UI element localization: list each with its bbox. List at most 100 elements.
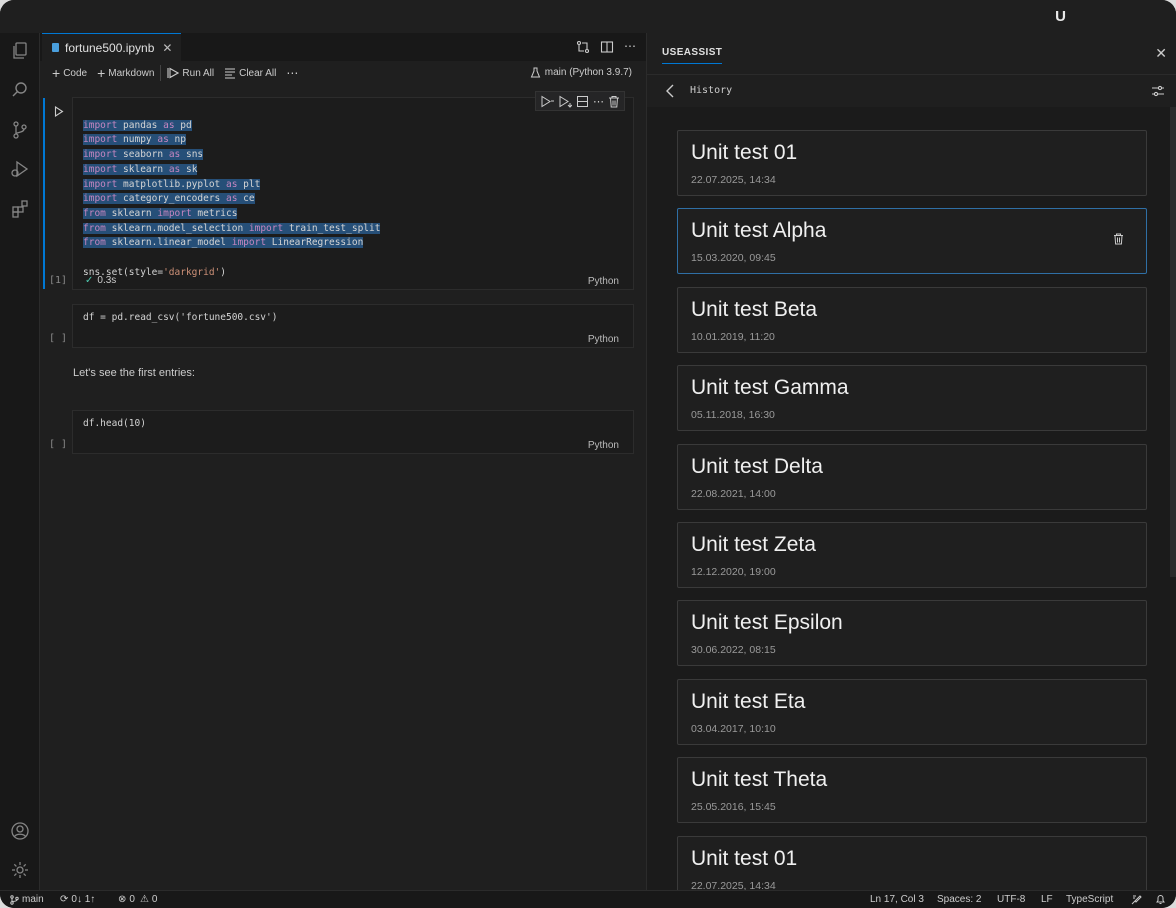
search-icon[interactable] (8, 78, 32, 102)
history-item[interactable]: Unit test 01 22.07.2025, 14:34 (677, 836, 1147, 890)
split-cell-icon[interactable] (576, 95, 589, 108)
error-icon: ⊗ (118, 894, 127, 905)
history-item[interactable]: Unit test Gamma 05.11.2018, 16:30 (677, 365, 1147, 431)
notebook-file-icon (52, 43, 59, 52)
sync-icon: ⟳ (60, 894, 69, 905)
problems-indicator[interactable]: ⊗ 0 ⚠ 0 (118, 894, 157, 905)
clear-all-icon (225, 68, 236, 79)
execute-above-icon[interactable] (540, 95, 554, 108)
run-cell-icon[interactable] (54, 106, 64, 117)
plus-icon: + (52, 65, 61, 81)
history-item[interactable]: Unit test Theta 25.05.2016, 15:45 (677, 757, 1147, 823)
run-all-label: Run All (182, 67, 215, 79)
add-markdown-label: Markdown (108, 67, 155, 79)
code-cell-3[interactable]: df.head(10) [ ] Python (49, 410, 634, 454)
compare-icon[interactable] (576, 40, 590, 54)
clear-all-button[interactable]: Clear All (224, 67, 276, 79)
indentation[interactable]: Spaces: 2 (937, 894, 981, 905)
split-editor-icon[interactable] (600, 40, 614, 54)
tab-label: fortune500.ipynb (65, 40, 155, 55)
run-debug-icon[interactable] (8, 157, 32, 181)
useassist-panel: USEASSIST ✕ History Unit test 01 22.07.2… (646, 33, 1176, 890)
history-item-title: Unit test Gamma (691, 376, 849, 399)
history-item-date: 10.01.2019, 11:20 (691, 331, 775, 343)
history-item[interactable]: Unit test Delta 22.08.2021, 14:00 (677, 444, 1147, 510)
settings-gear-icon[interactable] (8, 858, 32, 882)
panel-close-icon[interactable]: ✕ (1155, 45, 1167, 62)
cell-2-source[interactable]: df = pd.read_csv('fortune500.csv') (73, 311, 277, 326)
kernel-picker[interactable]: main (Python 3.9.7) (530, 67, 632, 78)
cell-1-duration: 0.3s (97, 275, 117, 286)
cell-2-exec-count: [ ] (49, 333, 68, 344)
account-icon[interactable] (8, 819, 32, 843)
language-mode[interactable]: TypeScript (1066, 894, 1113, 905)
history-item-date: 03.04.2017, 10:10 (691, 723, 776, 735)
add-markdown-button[interactable]: + Markdown (97, 66, 155, 80)
cell-3-language[interactable]: Python (588, 440, 619, 451)
code-cell-2[interactable]: df = pd.read_csv('fortune500.csv') [ ] P… (49, 304, 634, 348)
panel-title[interactable]: USEASSIST (662, 47, 723, 64)
add-code-label: Code (63, 67, 88, 79)
history-item-date: 15.03.2020, 09:45 (691, 252, 776, 264)
app-window: U fortune500.ipynb ✕ ⋯ + Code + Markdown… (0, 0, 1176, 908)
branch-indicator[interactable]: main (10, 894, 44, 905)
history-item-title: Unit test 01 (691, 847, 798, 870)
run-all-icon (167, 67, 180, 79)
history-item-date: 30.06.2022, 08:15 (691, 644, 776, 656)
back-chevron-icon[interactable] (665, 84, 675, 98)
cell-1-exec-count: [1] (49, 275, 68, 286)
run-all-button[interactable]: Run All (167, 67, 214, 79)
sync-indicator[interactable]: ⟳ 0↓ 1↑ (60, 894, 95, 905)
markdown-cell[interactable]: Let's see the first entries: (73, 367, 195, 379)
cell-focus-indicator (43, 98, 45, 289)
history-item[interactable]: Unit test Zeta 12.12.2020, 19:00 (677, 522, 1147, 588)
notifications-bell-icon[interactable] (1155, 894, 1166, 905)
execute-below-icon[interactable] (558, 95, 572, 108)
delete-history-icon[interactable] (1113, 233, 1124, 245)
filter-settings-icon[interactable] (1151, 85, 1165, 97)
extensions-icon[interactable] (8, 197, 32, 221)
source-control-icon[interactable] (8, 118, 32, 142)
history-item-title: Unit test Alpha (691, 219, 827, 242)
history-item-title: Unit test Beta (691, 298, 818, 321)
kernel-label: main (Python 3.9.7) (544, 67, 632, 78)
more-actions-icon[interactable]: ⋯ (624, 40, 636, 54)
tab-fortune500[interactable]: fortune500.ipynb ✕ (42, 33, 181, 61)
cursor-position[interactable]: Ln 17, Col 3 (870, 894, 924, 905)
feedback-icon[interactable] (1131, 894, 1142, 905)
sync-label: 0↓ 1↑ (71, 894, 96, 905)
toolbar-more-button[interactable]: ⋯ (286, 66, 298, 80)
history-bar: History (647, 75, 1176, 107)
cell-1-language[interactable]: Python (588, 276, 619, 287)
cell-1-source[interactable]: import pandas as pd import numpy as np i… (73, 104, 381, 280)
add-code-button[interactable]: + Code (52, 65, 88, 81)
encoding[interactable]: UTF-8 (997, 894, 1025, 905)
cell-more-icon[interactable]: ⋯ (593, 95, 604, 108)
delete-cell-icon[interactable] (608, 95, 620, 108)
code-cell-1[interactable]: ⋯ import pandas as pd import numpy as np… (43, 91, 634, 290)
history-item[interactable]: Unit test Beta 10.01.2019, 11:20 (677, 287, 1147, 353)
cell-2-language[interactable]: Python (588, 334, 619, 345)
line-ending[interactable]: LF (1041, 894, 1053, 905)
explorer-icon[interactable] (8, 39, 32, 63)
error-count: 0 (129, 894, 135, 905)
tab-close-icon[interactable]: ✕ (162, 41, 172, 55)
history-item-title: Unit test Zeta (691, 533, 816, 556)
kernel-flask-icon (530, 67, 540, 78)
history-item[interactable]: Unit test 01 22.07.2025, 14:34 (677, 130, 1147, 196)
tab-strip: fortune500.ipynb ✕ ⋯ (40, 33, 646, 61)
history-item-title: Unit test Theta (691, 768, 828, 791)
cell-toolbar: ⋯ (535, 91, 625, 111)
cell-3-exec-count: [ ] (49, 439, 68, 450)
history-item[interactable]: Unit test Eta 03.04.2017, 10:10 (677, 679, 1147, 745)
history-item-date: 25.05.2016, 15:45 (691, 801, 776, 813)
history-item-selected[interactable]: Unit test Alpha 15.03.2020, 09:45 (677, 208, 1147, 274)
success-check-icon: ✓ (85, 275, 94, 286)
history-item-title: Unit test 01 (691, 141, 798, 164)
clear-all-label: Clear All (239, 67, 277, 79)
toolbar-divider (160, 65, 162, 81)
history-item[interactable]: Unit test Epsilon 30.06.2022, 08:15 (677, 600, 1147, 666)
branch-icon (10, 894, 19, 905)
cell-3-source[interactable]: df.head(10) (73, 417, 146, 432)
branch-label: main (22, 894, 44, 905)
